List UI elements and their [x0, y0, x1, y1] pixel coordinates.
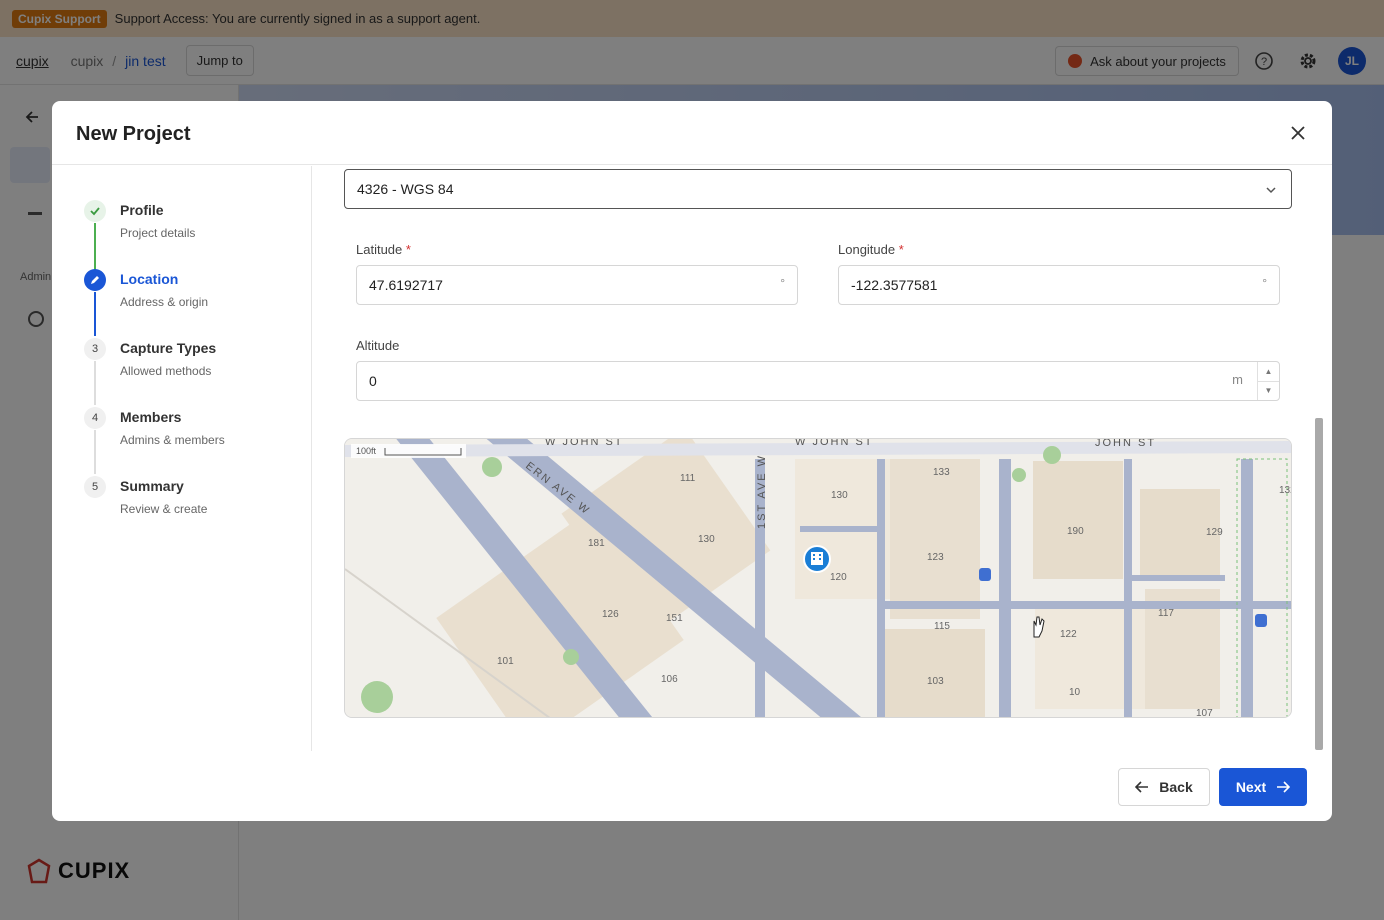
close-icon[interactable]: [1288, 123, 1308, 143]
altitude-input[interactable]: 0 m ▲ ▼: [356, 361, 1280, 401]
latitude-value: 47.6192717: [369, 277, 443, 293]
step-profile[interactable]: Profile Project details: [84, 200, 284, 260]
location-map[interactable]: 100ft W JOHN ST W JOHN ST JOHN ST ERN AV…: [344, 438, 1292, 718]
step-number: 5: [84, 476, 106, 498]
arrow-right-icon: [1277, 781, 1291, 793]
lot-number: 151: [666, 613, 683, 624]
altitude-label: Altitude: [356, 338, 400, 353]
map-scale-label: 100ft: [356, 446, 377, 456]
back-button[interactable]: Back: [1118, 768, 1210, 806]
step-description: Admins & members: [120, 433, 225, 447]
lot-number: 132: [1279, 485, 1292, 496]
lot-number: 111: [680, 473, 696, 484]
lot-number: 117: [1158, 608, 1174, 619]
lot-number: 101: [497, 656, 514, 667]
step-label: Members: [120, 409, 182, 425]
step-label: Profile: [120, 202, 164, 218]
modal-title: New Project: [76, 123, 191, 145]
next-button[interactable]: Next: [1219, 768, 1307, 806]
lot-number: 120: [830, 572, 847, 583]
lot-number: 133: [933, 467, 950, 478]
lot-number: 126: [602, 609, 619, 620]
lot-number: 130: [831, 490, 848, 501]
back-button-label: Back: [1159, 779, 1193, 795]
content-scrollbar[interactable]: [1315, 418, 1323, 750]
altitude-value: 0: [369, 373, 377, 389]
latitude-input[interactable]: 47.6192717 °: [356, 265, 798, 305]
street-label: W JOHN ST: [795, 439, 874, 448]
altitude-stepper[interactable]: ▲ ▼: [1257, 362, 1279, 400]
longitude-label: Longitude *: [838, 242, 904, 257]
lot-number: 103: [927, 676, 944, 687]
degree-unit: °: [780, 276, 785, 290]
step-members[interactable]: 4 Members Admins & members: [84, 407, 284, 467]
lot-number: 122: [1060, 629, 1077, 640]
modal-footer: Back Next: [52, 751, 1332, 821]
edit-pencil-icon: [84, 269, 106, 291]
step-label: Location: [120, 271, 179, 287]
step-location[interactable]: Location Address & origin: [84, 269, 284, 329]
location-pin-icon[interactable]: [803, 545, 831, 573]
lot-number: 190: [1067, 526, 1084, 537]
step-description: Address & origin: [120, 295, 209, 309]
latitude-label: Latitude *: [356, 242, 411, 257]
coordinate-system-value: 4326 - WGS 84: [357, 181, 454, 197]
lot-number: 10: [1069, 687, 1081, 698]
street-label: 1ST AVE W: [756, 454, 768, 529]
arrow-left-icon: [1135, 781, 1149, 793]
stepper-up-icon[interactable]: ▲: [1258, 362, 1279, 382]
check-icon: [84, 200, 106, 222]
lot-number: 115: [934, 621, 950, 632]
step-description: Review & create: [120, 502, 208, 516]
modal-header: New Project: [52, 101, 1332, 165]
step-label: Summary: [120, 478, 184, 494]
street-label: W JOHN ST: [545, 439, 624, 448]
lot-number: 181: [588, 538, 605, 549]
new-project-modal: New Project Profile Project details Loca…: [52, 101, 1332, 821]
lot-number: 123: [927, 552, 944, 563]
longitude-value: -122.3577581: [851, 277, 938, 293]
step-summary[interactable]: 5 Summary Review & create: [84, 476, 284, 536]
stepper-down-icon[interactable]: ▼: [1258, 382, 1279, 401]
lot-number: 129: [1206, 527, 1223, 538]
lot-number: 107: [1196, 708, 1213, 718]
street-label: JOHN ST: [1095, 439, 1156, 449]
chevron-down-icon: [1265, 183, 1277, 199]
step-capture-types[interactable]: 3 Capture Types Allowed methods: [84, 338, 284, 398]
wizard-steps: Profile Project details Location Address…: [52, 166, 312, 751]
step-label: Capture Types: [120, 340, 217, 356]
next-button-label: Next: [1235, 779, 1267, 795]
meter-unit: m: [1232, 372, 1243, 387]
coordinate-system-select[interactable]: 4326 - WGS 84: [344, 169, 1292, 209]
step-number: 4: [84, 407, 106, 429]
degree-unit: °: [1262, 276, 1267, 290]
longitude-input[interactable]: -122.3577581 °: [838, 265, 1280, 305]
step-description: Project details: [120, 226, 196, 240]
location-form: 4326 - WGS 84 Latitude * 47.6192717 ° Lo…: [313, 166, 1323, 751]
step-number: 3: [84, 338, 106, 360]
lot-number: 130: [698, 534, 715, 545]
step-description: Allowed methods: [120, 364, 212, 378]
lot-number: 106: [661, 674, 678, 685]
